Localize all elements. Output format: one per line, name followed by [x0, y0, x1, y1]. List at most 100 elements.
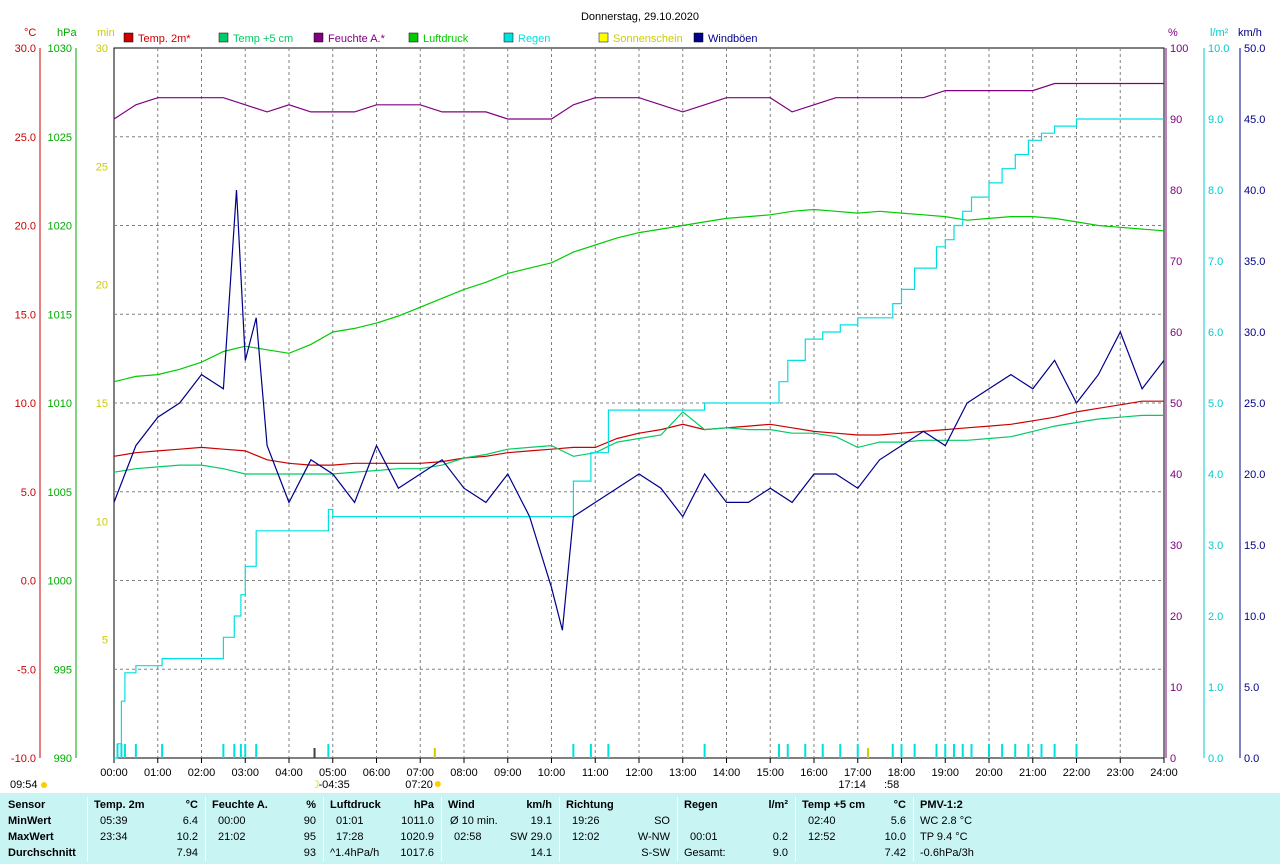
- rain-event-tick: [1014, 744, 1017, 758]
- stats-unit-temp: °C: [185, 799, 198, 811]
- y-tick-label-rain_lm2: 6.0: [1208, 327, 1223, 339]
- stats-header-rain: Regen: [684, 799, 718, 811]
- legend-label: Temp +5 cm: [233, 33, 293, 45]
- y-tick-label-humidity_pct: 50: [1170, 398, 1182, 410]
- rain-event-tick: [804, 744, 807, 758]
- x-tick-label: 09:00: [494, 767, 522, 779]
- legend-swatch: [598, 32, 609, 43]
- rain-event-tick: [988, 744, 990, 758]
- y-tick-label-pressure_hpa: 1005: [48, 487, 72, 499]
- y-tick-label-temp_c: 0.0: [21, 576, 36, 588]
- y-tick-label-wind_kmh: 25.0: [1244, 398, 1265, 410]
- x-tick-label: 23:00: [1106, 767, 1134, 779]
- x-tick-label: 19:00: [931, 767, 959, 779]
- rain-event-tick: [116, 744, 119, 758]
- rain-event-tick: [953, 744, 955, 758]
- y-tick-label-rain_lm2: 2.0: [1208, 611, 1223, 623]
- rain-event-tick: [327, 744, 330, 758]
- x-tick-label: 01:00: [144, 767, 172, 779]
- rain-event-tick: [1001, 744, 1004, 758]
- y-tick-label-pressure_hpa: 1020: [48, 221, 72, 233]
- stats-header-sensor: Sensor: [8, 799, 46, 811]
- y-tick-label-wind_kmh: 50.0: [1244, 43, 1265, 55]
- y-tick-label-pressure_hpa: 1015: [48, 309, 72, 321]
- legend-swatch: [123, 32, 134, 43]
- sun-icon: [434, 781, 441, 787]
- stats-humidity-col: Feuchte A.% 00:00 90 21:02 95 93: [212, 799, 316, 859]
- y-tick-label-temp_c: 15.0: [15, 309, 36, 321]
- stats-row-min: MinWert: [8, 815, 52, 827]
- stats-header-temp: Temp. 2m: [94, 799, 145, 811]
- rain-event-tick: [572, 744, 575, 758]
- rain-event-tick: [944, 744, 947, 758]
- legend-swatch: [408, 32, 419, 43]
- rain-event-tick: [778, 744, 780, 758]
- legend-label: Luftdruck: [423, 33, 469, 45]
- rain-event-tick: [161, 744, 164, 758]
- rain-event-tick: [891, 744, 894, 758]
- rain-event-tick: [839, 744, 842, 758]
- rain-event-tick: [961, 744, 964, 758]
- y-tick-label-humidity_pct: 80: [1170, 185, 1182, 197]
- rain-event-tick: [900, 744, 903, 758]
- rain-event-tick: [856, 744, 859, 758]
- stats-pmv-col: PMV-1:2 WC 2.8 °C TP 9.4 °C -0.6hPa/3h: [920, 799, 974, 859]
- stats-rain-col: Regen l/m² 00:01 0.2 Gesamt: 9.0: [684, 799, 788, 859]
- y-tick-label-rain_lm2: 9.0: [1208, 114, 1223, 126]
- stats-header-pressure: Luftdruck: [330, 799, 381, 811]
- legend-swatch: [503, 32, 514, 43]
- rain-event-tick: [970, 744, 973, 758]
- x-tick-label: 13:00: [669, 767, 697, 779]
- stats-row-max: MaxWert: [8, 831, 54, 843]
- chart-title: Donnerstag, 29.10.2020: [581, 11, 699, 23]
- y-tick-label-sunshine_min: 10: [96, 516, 108, 528]
- y-tick-label-pressure_hpa: 995: [54, 664, 72, 676]
- y-tick-label-rain_lm2: 1.0: [1208, 682, 1223, 694]
- x-tick-label: 03:00: [231, 767, 259, 779]
- y-tick-label-rain_lm2: 5.0: [1208, 398, 1223, 410]
- legend-label: Windböen: [708, 33, 758, 45]
- legend-label: Sonnenschein: [613, 33, 683, 45]
- axis-unit-wind_kmh: km/h: [1238, 27, 1262, 39]
- rain-event-tick: [821, 744, 824, 758]
- stats-temp-col: Temp. 2m °C 05:39 6.4 23:34 10.2 7.94: [94, 799, 198, 859]
- moon-icon: ☽: [311, 779, 321, 791]
- stats-header-direction: Richtung: [566, 799, 614, 811]
- x-tick-label: 24:00: [1150, 767, 1178, 779]
- axis-unit-rain_lm2: l/m²: [1210, 27, 1229, 39]
- stats-header-humidity: Feuchte A.: [212, 799, 268, 811]
- y-tick-label-rain_lm2: 7.0: [1208, 256, 1223, 268]
- stats-t5-col: Temp +5 cm °C 02:40 5.6 12:52 10.0 7.42: [802, 799, 906, 859]
- y-tick-label-wind_kmh: 35.0: [1244, 256, 1265, 268]
- legend-swatch: [693, 32, 704, 43]
- x-tick-label: 04:00: [275, 767, 303, 779]
- y-tick-label-rain_lm2: 10.0: [1208, 43, 1229, 55]
- y-tick-label-wind_kmh: 40.0: [1244, 185, 1265, 197]
- y-tick-label-humidity_pct: 90: [1170, 114, 1182, 126]
- rain-event-tick: [935, 744, 938, 758]
- x-tick-label: 05:00: [319, 767, 347, 779]
- y-tick-label-humidity_pct: 60: [1170, 327, 1182, 339]
- y-tick-label-pressure_hpa: 1025: [48, 132, 72, 144]
- rain-event-tick: [123, 744, 126, 758]
- stats-row-avg: Durchschnitt: [8, 847, 76, 859]
- y-tick-label-humidity_pct: 20: [1170, 611, 1182, 623]
- x-tick-label: 21:00: [1019, 767, 1047, 779]
- x-tick-label: 07:00: [406, 767, 434, 779]
- y-tick-label-temp_c: -5.0: [17, 664, 36, 676]
- y-tick-label-wind_kmh: 20.0: [1244, 469, 1265, 481]
- y-tick-label-sunshine_min: 20: [96, 280, 108, 292]
- x-tick-label: 12:00: [625, 767, 653, 779]
- legend-label: Feuchte A.*: [328, 33, 386, 45]
- rain-event-tick: [120, 744, 123, 758]
- y-tick-label-wind_kmh: 30.0: [1244, 327, 1265, 339]
- stats-header-pmv: PMV-1:2: [920, 799, 963, 811]
- y-tick-label-temp_c: 30.0: [15, 43, 36, 55]
- x-tick-label: 14:00: [713, 767, 741, 779]
- rain-event-tick: [786, 744, 789, 758]
- rain-event-tick: [607, 744, 610, 758]
- y-tick-label-rain_lm2: 8.0: [1208, 185, 1223, 197]
- x-tick-label: 06:00: [363, 767, 391, 779]
- rain-event-tick: [233, 744, 236, 758]
- axis-unit-humidity_pct: %: [1168, 27, 1178, 39]
